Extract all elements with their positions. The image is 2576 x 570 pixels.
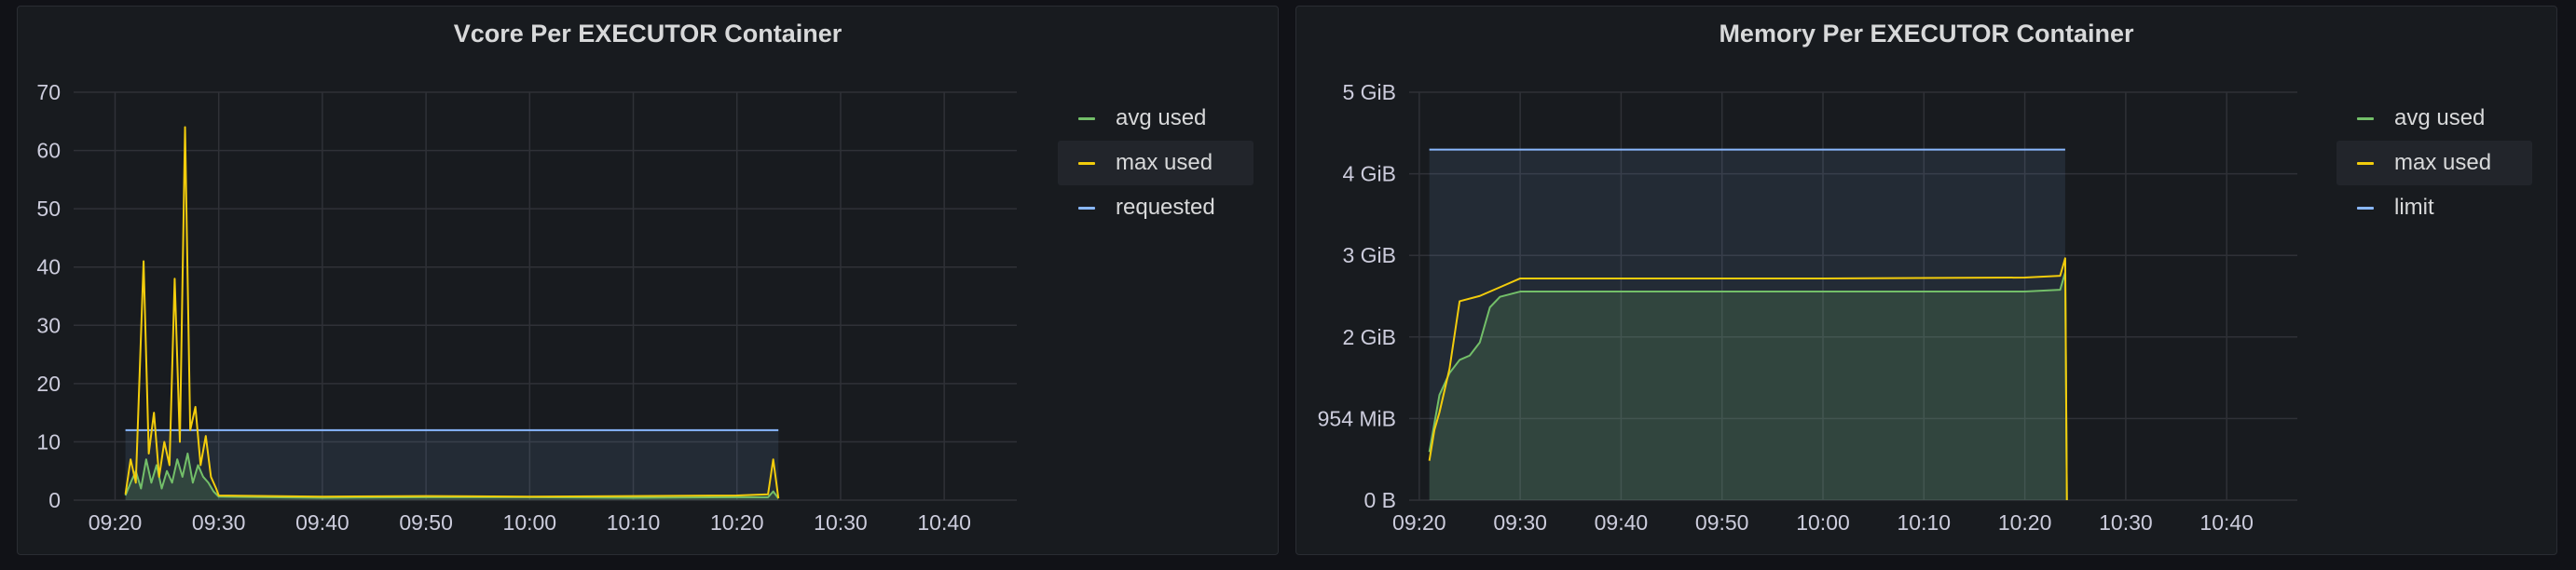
legend-label: max used: [1116, 150, 1213, 175]
legend: avg used max used limit: [2336, 96, 2532, 230]
legend-item-max-used[interactable]: max used: [1058, 141, 1254, 185]
memory-panel: Memory Per EXECUTOR Container 0 B 954 MiB…: [1295, 6, 2557, 555]
legend: avg used max used requested: [1058, 96, 1254, 230]
y-tick-label: 3 GiB: [1342, 243, 1396, 267]
series-requested-area: [125, 429, 779, 500]
x-tick-label: 10:30: [814, 510, 868, 535]
series-avg-used-area: [1429, 272, 2067, 500]
x-tick-label: 09:30: [192, 510, 246, 535]
x-tick-label: 10:00: [1796, 510, 1850, 535]
legend-label: max used: [2394, 150, 2492, 175]
y-tick-label: 2 GiB: [1342, 325, 1396, 349]
x-tick-label: 10:40: [2199, 510, 2254, 535]
x-tick-label: 10:20: [1998, 510, 2052, 535]
x-tick-label: 10:10: [1898, 510, 1952, 535]
x-tick-label: 10:30: [2099, 510, 2153, 535]
x-tick-label: 09:20: [89, 510, 143, 535]
y-tick-label: 70: [36, 80, 61, 104]
y-tick-label: 30: [36, 313, 61, 337]
legend-label: limit: [2394, 195, 2434, 220]
legend-item-requested[interactable]: requested: [1058, 185, 1254, 230]
y-tick-label: 20: [36, 372, 61, 396]
memory-chart[interactable]: 0 B 954 MiB 2 GiB 3 GiB 4 GiB 5 GiB 09:20 09:30…: [1296, 7, 2558, 556]
x-tick-label: 10:40: [917, 510, 971, 535]
legend-swatch: [2357, 116, 2374, 120]
x-tick-label: 10:20: [710, 510, 764, 535]
x-tick-label: 09:40: [1595, 510, 1649, 535]
y-tick-label: 60: [36, 139, 61, 163]
vcore-chart[interactable]: 0 10 20 30 40 50 60 70 09:20 09:30 09:40 09:50 10:00…: [18, 7, 1280, 556]
y-tick-label: 0: [48, 488, 61, 512]
legend-swatch: [1078, 161, 1095, 165]
y-tick-label: 0 B: [1363, 488, 1396, 512]
x-tick-label: 09:40: [295, 510, 349, 535]
x-tick-label: 10:10: [607, 510, 661, 535]
y-tick-label: 5 GiB: [1342, 80, 1396, 104]
vcore-panel: Vcore Per EXECUTOR Container 0 10 20 30 40 50…: [17, 6, 1279, 555]
x-tick-label: 09:50: [399, 510, 453, 535]
legend-label: avg used: [1116, 105, 1207, 130]
legend-swatch: [2357, 161, 2374, 165]
y-tick-label: 10: [36, 429, 61, 454]
legend-swatch: [1078, 206, 1095, 210]
y-tick-label: 4 GiB: [1342, 162, 1396, 186]
legend-label: requested: [1116, 195, 1215, 220]
legend-item-limit[interactable]: limit: [2336, 185, 2532, 230]
legend-swatch: [1078, 116, 1095, 120]
legend-item-avg-used[interactable]: avg used: [1058, 96, 1254, 141]
legend-label: avg used: [2394, 105, 2486, 130]
legend-swatch: [2357, 206, 2374, 210]
x-tick-label: 09:50: [1695, 510, 1749, 535]
x-tick-label: 09:30: [1493, 510, 1547, 535]
y-tick-label: 40: [36, 255, 61, 279]
x-tick-label: 10:00: [503, 510, 557, 535]
x-tick-label: 09:20: [1392, 510, 1446, 535]
legend-item-avg-used[interactable]: avg used: [2336, 96, 2532, 141]
y-tick-label: 954 MiB: [1318, 406, 1396, 430]
legend-item-max-used[interactable]: max used: [2336, 141, 2532, 185]
y-tick-label: 50: [36, 197, 61, 221]
dashboard: Vcore Per EXECUTOR Container 0 10 20 30 40 50…: [0, 0, 2576, 570]
